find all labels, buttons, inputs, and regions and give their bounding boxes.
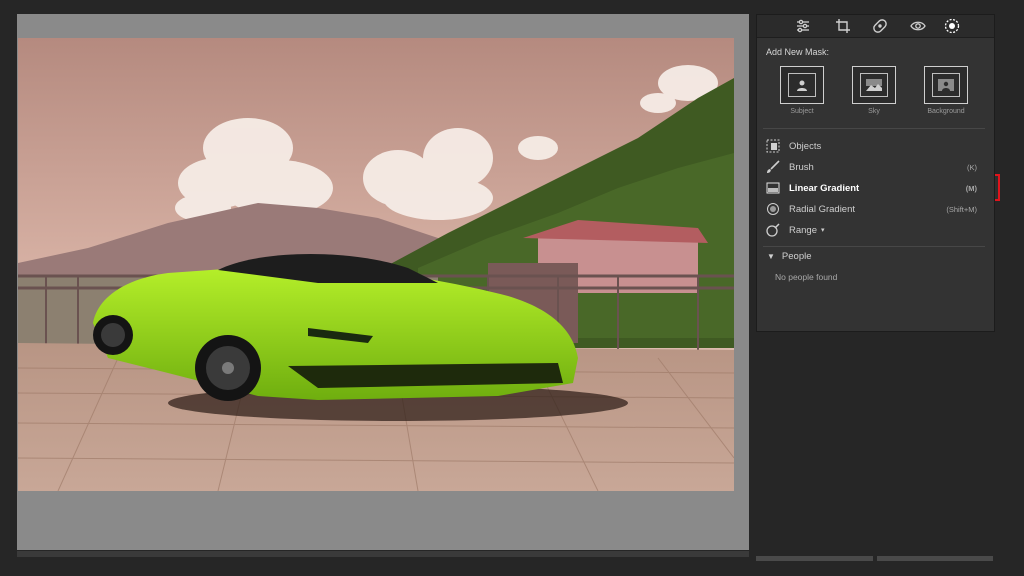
divider <box>763 128 985 129</box>
tool-linear-gradient-label: Linear Gradient <box>789 182 860 194</box>
tool-brush-shortcut: (K) <box>967 162 977 172</box>
crop-icon[interactable] <box>834 17 852 35</box>
masking-panel: Add New Mask: Subject Sky Background Obj… <box>756 14 995 332</box>
tool-linear-gradient-shortcut: (M) <box>965 183 977 193</box>
tool-objects-label: Objects <box>789 140 822 152</box>
red-eye-icon[interactable] <box>909 17 927 35</box>
tool-radial-gradient[interactable]: Radial Gradient (Shift+M) <box>765 199 987 219</box>
background-mask-button[interactable] <box>924 66 968 104</box>
sliders-icon[interactable] <box>794 17 812 35</box>
linear-gradient-icon <box>765 181 781 195</box>
collapse-triangle-icon: ▼ <box>767 252 775 261</box>
add-new-mask-title: Add New Mask: <box>766 47 830 57</box>
no-people-message: No people found <box>775 272 838 282</box>
heal-icon[interactable] <box>871 17 889 35</box>
canvas-bottom-bar <box>17 551 749 557</box>
people-title: People <box>781 251 812 262</box>
subject-mask-label: Subject <box>790 108 814 115</box>
edit-toolbar <box>757 15 994 38</box>
range-icon <box>765 223 781 237</box>
panel-bottom-bar-right <box>877 556 993 561</box>
brush-icon <box>765 160 781 174</box>
sky-mask-button[interactable] <box>852 66 896 104</box>
subject-icon <box>788 73 816 97</box>
sky-mask-label: Sky <box>868 108 880 115</box>
background-icon <box>932 73 960 97</box>
divider <box>763 246 985 247</box>
tool-brush[interactable]: Brush (K) <box>765 157 987 177</box>
tool-linear-gradient[interactable]: Linear Gradient (M) <box>765 178 987 198</box>
people-section-header[interactable]: ▼ People <box>767 251 812 262</box>
panel-bottom-bar-left <box>756 556 873 561</box>
image-canvas[interactable] <box>17 14 749 550</box>
tool-range[interactable]: Range ▾ <box>765 220 987 240</box>
objects-icon <box>765 139 781 153</box>
background-mask-label: Background <box>927 108 965 115</box>
sky-icon <box>860 73 888 97</box>
masking-icon[interactable] <box>943 17 961 35</box>
tool-radial-gradient-label: Radial Gradient <box>789 203 856 215</box>
photo-preview[interactable] <box>18 38 734 491</box>
tool-range-label: Range <box>789 224 817 236</box>
subject-mask-button[interactable] <box>780 66 824 104</box>
tool-radial-gradient-shortcut: (Shift+M) <box>946 204 977 214</box>
tool-brush-label: Brush <box>789 161 814 173</box>
tool-objects[interactable]: Objects <box>765 136 987 156</box>
radial-gradient-icon <box>765 202 781 216</box>
range-dropdown-icon[interactable]: ▾ <box>821 226 825 234</box>
